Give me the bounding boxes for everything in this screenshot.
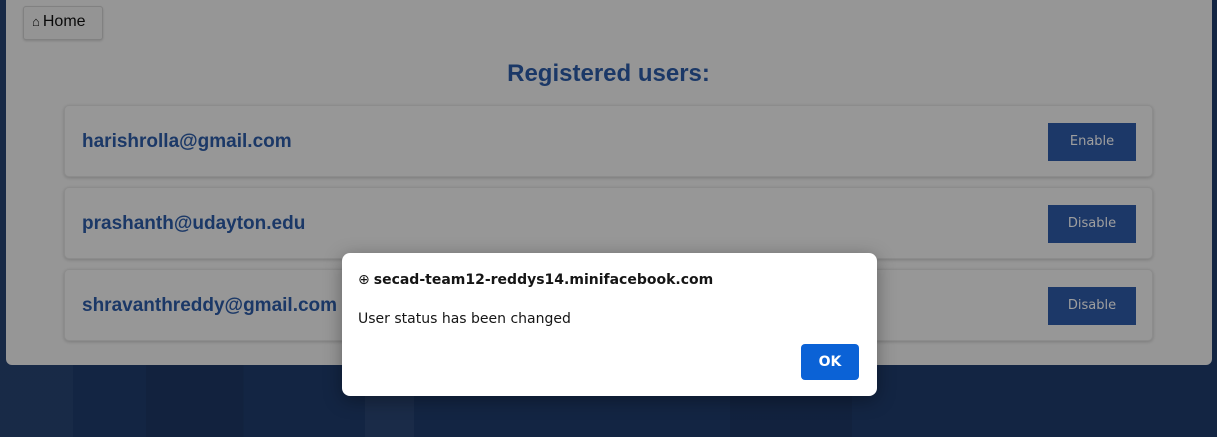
ok-button[interactable]: OK [801,344,859,380]
globe-icon: ⊕ [358,272,370,288]
alert-dialog: ⊕ secad-team12-reddys14.minifacebook.com … [342,253,877,396]
dialog-message: User status has been changed [358,311,571,327]
dialog-origin: ⊕ secad-team12-reddys14.minifacebook.com [358,272,713,288]
dialog-origin-text: secad-team12-reddys14.minifacebook.com [373,272,714,288]
